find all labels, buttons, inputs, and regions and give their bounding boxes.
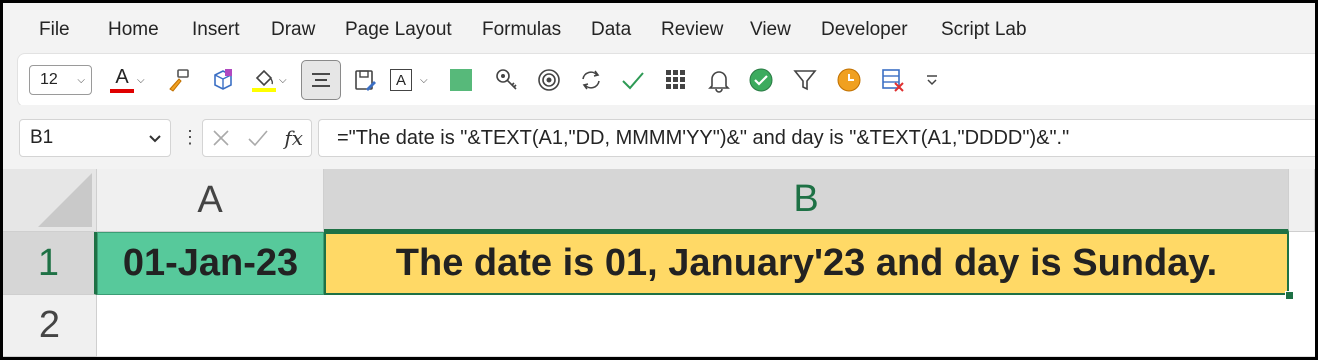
- formula-input[interactable]: ="The date is "&TEXT(A1,"DD, MMMM'YY")&"…: [318, 119, 1315, 157]
- save-form-button[interactable]: [352, 63, 378, 97]
- column-header-a[interactable]: A: [97, 169, 324, 232]
- remove-table-button[interactable]: [880, 63, 906, 97]
- more-options-icon[interactable]: ⋮: [181, 127, 199, 147]
- text-box-button[interactable]: A ⌵: [390, 63, 428, 97]
- menu-view[interactable]: View: [750, 19, 791, 41]
- cell-a1[interactable]: 01-Jan-23: [97, 232, 324, 295]
- select-all-corner[interactable]: [3, 169, 97, 232]
- font-size-select[interactable]: 12 ⌵: [29, 65, 92, 95]
- grid-button[interactable]: [664, 63, 688, 97]
- menu-formulas[interactable]: Formulas: [482, 19, 561, 41]
- menu-insert[interactable]: Insert: [192, 19, 240, 41]
- chevron-down-icon: ⌵: [137, 74, 145, 86]
- key-button[interactable]: [494, 63, 520, 97]
- name-box[interactable]: B1: [19, 119, 171, 157]
- cell-b1[interactable]: The date is 01, January'23 and day is Su…: [324, 232, 1289, 295]
- more-icon: [927, 75, 937, 86]
- spreadsheet-grid: A B 1 2 01-Jan-23 The date is 01, Januar…: [3, 169, 1315, 357]
- target-button[interactable]: [536, 63, 562, 97]
- fill-handle[interactable]: [1285, 291, 1294, 300]
- cancel-icon[interactable]: [211, 128, 231, 148]
- fill-color-button[interactable]: ⌵: [252, 63, 287, 97]
- text-box-letter: A: [395, 71, 406, 89]
- font-color-button[interactable]: A ⌵: [110, 63, 145, 97]
- clock-button[interactable]: [836, 63, 862, 97]
- bell-button[interactable]: [706, 63, 732, 97]
- menu-developer[interactable]: Developer: [821, 19, 908, 41]
- formula-actions: fx: [202, 119, 312, 157]
- 3d-box-button[interactable]: [210, 63, 236, 97]
- checkmark-button[interactable]: [620, 63, 646, 97]
- insert-function-icon[interactable]: fx: [284, 126, 303, 150]
- 3d-box-icon: [214, 69, 232, 90]
- font-size-value: 12: [40, 71, 58, 88]
- green-square-icon: [450, 69, 472, 91]
- chevron-down-icon: ⌵: [77, 74, 85, 86]
- key-icon: [496, 69, 517, 90]
- more-button[interactable]: [924, 63, 940, 97]
- refresh-icon: [582, 70, 600, 90]
- fill-color-bar: [252, 88, 276, 92]
- menu-data[interactable]: Data: [591, 19, 631, 41]
- green-square-button[interactable]: [450, 63, 472, 97]
- align-center-icon: [312, 73, 330, 87]
- filter-button[interactable]: [792, 63, 818, 97]
- font-color-icon: A: [110, 67, 134, 93]
- clock-icon: [837, 68, 861, 92]
- chevron-down-icon: ⌵: [279, 74, 287, 86]
- remove-table-icon: [882, 69, 904, 92]
- grid-icon: [666, 70, 685, 89]
- column-header-next[interactable]: [1289, 169, 1315, 232]
- refresh-button[interactable]: [578, 63, 604, 97]
- column-header-b[interactable]: B: [324, 169, 1289, 232]
- font-color-letter: A: [115, 66, 129, 88]
- menu-page-layout[interactable]: Page Layout: [345, 19, 452, 41]
- checkmark-icon: [622, 72, 644, 90]
- enter-check-icon[interactable]: [247, 128, 269, 148]
- row-header-1[interactable]: 1: [3, 232, 97, 295]
- chevron-down-icon: [149, 135, 161, 143]
- menu-bar: File Home Insert Draw Page Layout Formul…: [3, 3, 1315, 53]
- green-check-circle-icon: [749, 68, 773, 92]
- menu-file[interactable]: File: [39, 19, 70, 41]
- menu-home[interactable]: Home: [108, 19, 159, 41]
- row-2-cells[interactable]: [97, 295, 1315, 357]
- text-box-icon: A: [390, 69, 412, 91]
- fill-color-icon: [252, 68, 276, 92]
- filter-icon: [793, 70, 817, 91]
- format-painter-icon: [169, 69, 189, 92]
- select-all-triangle: [38, 173, 92, 227]
- row-header-2[interactable]: 2: [3, 295, 97, 357]
- target-icon: [538, 69, 560, 91]
- bell-icon: [708, 71, 730, 93]
- name-box-value: B1: [30, 127, 54, 148]
- format-painter-button[interactable]: [166, 63, 192, 97]
- save-form-icon: [355, 70, 376, 91]
- font-color-bar: [110, 89, 134, 93]
- quick-toolbar: 12 ⌵ A ⌵ ⌵ A ⌵: [17, 53, 1315, 107]
- menu-review[interactable]: Review: [661, 19, 723, 41]
- menu-script-lab[interactable]: Script Lab: [941, 19, 1027, 41]
- align-center-button[interactable]: [301, 60, 341, 100]
- excel-window: File Home Insert Draw Page Layout Formul…: [0, 0, 1318, 360]
- formula-bar: B1 ⋮ fx ="The date is "&TEXT(A1,"DD, MMM…: [3, 105, 1315, 169]
- chevron-down-icon: ⌵: [420, 74, 428, 86]
- green-check-circle-button[interactable]: [748, 63, 774, 97]
- menu-draw[interactable]: Draw: [271, 19, 315, 41]
